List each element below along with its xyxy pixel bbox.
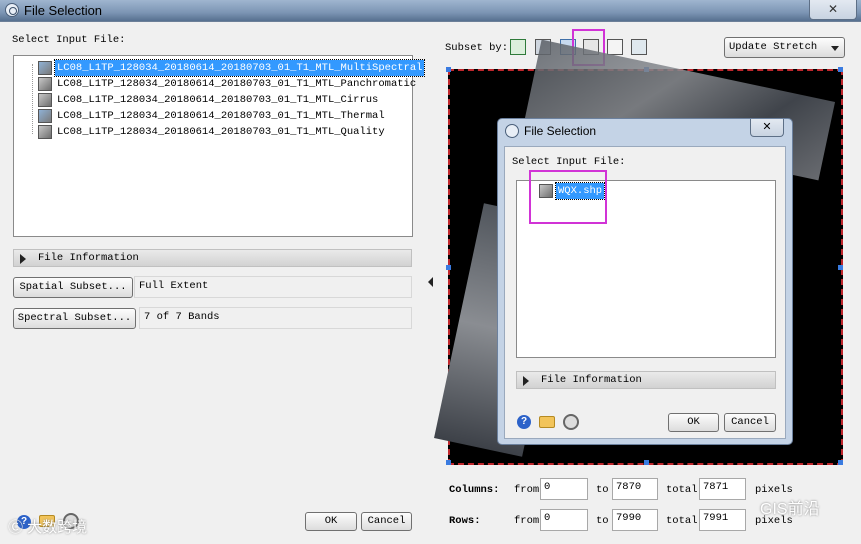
chevron-down-icon <box>831 46 839 51</box>
raster-icon <box>38 77 52 91</box>
raster-icon <box>38 93 52 107</box>
rows-total-label: total <box>666 515 698 527</box>
highlight-box-shapefile-item <box>529 170 607 224</box>
tree-lines <box>32 64 33 134</box>
columns-to-label: to <box>596 484 609 496</box>
app-icon <box>5 3 19 17</box>
columns-from-label: from <box>514 484 540 496</box>
expand-arrow-icon <box>523 376 529 386</box>
rectangle-subset-icon[interactable] <box>510 39 526 55</box>
spectral-subset-value: 7 of 7 Bands <box>139 307 412 329</box>
dialog-close-button[interactable]: ✕ <box>750 119 784 137</box>
close-button[interactable]: ✕ <box>809 0 857 20</box>
ok-button[interactable]: OK <box>305 512 357 531</box>
spatial-subset-button[interactable]: Spatial Subset... <box>13 277 133 298</box>
rows-from-input[interactable]: 0 <box>540 509 588 531</box>
input-file-list[interactable]: LC08_L1TP_128034_20180614_20180703_01_T1… <box>13 55 426 237</box>
raster-icon <box>38 109 52 123</box>
subset-by-label: Subset by: <box>445 42 509 54</box>
resize-handle[interactable] <box>838 67 843 72</box>
rows-from-label: from <box>514 515 540 527</box>
resize-handle[interactable] <box>446 460 451 465</box>
dialog-file-information-section[interactable]: File Information <box>516 371 776 389</box>
columns-total-label: total <box>666 484 698 496</box>
spatial-subset-value: Full Extent <box>134 276 412 298</box>
dialog-cancel-button[interactable]: Cancel <box>724 413 776 432</box>
resize-handle[interactable] <box>838 460 843 465</box>
file-selection-window: File Selection ✕ Select Input File: LC08… <box>0 0 861 544</box>
file-item-label: LC08_L1TP_128034_20180614_20180703_01_T1… <box>57 94 379 106</box>
expand-arrow-icon <box>20 254 26 264</box>
dialog-title: File Selection <box>524 124 597 138</box>
file-item-label: LC08_L1TP_128034_20180614_20180703_01_T1… <box>57 110 385 122</box>
app-icon <box>505 124 519 138</box>
raster-icon <box>38 61 52 75</box>
columns-label: Columns: <box>449 484 500 496</box>
roi-subset-icon[interactable] <box>607 39 623 55</box>
file-information-section[interactable]: File Information <box>13 249 412 267</box>
collapse-panel-handle[interactable] <box>426 256 436 308</box>
columns-from-input[interactable]: 0 <box>540 478 588 500</box>
rows-to-input[interactable]: 7990 <box>612 509 658 531</box>
help-icon[interactable]: ? <box>517 415 531 429</box>
section-label: File Information <box>38 252 139 264</box>
resize-handle[interactable] <box>644 460 649 465</box>
columns-total-value: 7871 <box>699 478 746 500</box>
shapefile-selection-dialog: File Selection ✕ Select Input File: WQX.… <box>497 118 793 445</box>
section-label: File Information <box>541 374 642 386</box>
select-input-file-label: Select Input File: <box>12 34 126 46</box>
columns-to-input[interactable]: 7870 <box>612 478 658 500</box>
options-gear-icon[interactable] <box>563 414 579 430</box>
file-item-label: LC08_L1TP_128034_20180614_20180703_01_T1… <box>53 59 426 77</box>
cancel-button[interactable]: Cancel <box>361 512 412 531</box>
dialog-ok-button[interactable]: OK <box>668 413 719 432</box>
watermark-left: Ⓒ 大数跨境 <box>8 519 88 536</box>
stretch-dropdown[interactable]: Update Stretch <box>724 37 845 58</box>
rows-label: Rows: <box>449 515 481 527</box>
rows-to-label: to <box>596 515 609 527</box>
watermark-right: GIS前沿 <box>760 501 820 518</box>
spectral-subset-button[interactable]: Spectral Subset... <box>13 308 136 329</box>
file-subset-icon[interactable] <box>631 39 647 55</box>
stretch-dropdown-value: Update Stretch <box>729 41 818 53</box>
raster-icon <box>38 125 52 139</box>
title-bar: File Selection ✕ <box>0 0 861 22</box>
dialog-select-input-file-label: Select Input File: <box>512 156 626 168</box>
resize-handle[interactable] <box>446 67 451 72</box>
file-item-label: LC08_L1TP_128034_20180614_20180703_01_T1… <box>57 78 417 90</box>
file-item-label: LC08_L1TP_128034_20180614_20180703_01_T1… <box>57 126 385 138</box>
window-title: File Selection <box>24 3 103 18</box>
rows-total-value: 7991 <box>699 509 746 531</box>
resize-handle[interactable] <box>838 265 843 270</box>
resize-handle[interactable] <box>446 265 451 270</box>
open-folder-icon[interactable] <box>539 416 555 428</box>
